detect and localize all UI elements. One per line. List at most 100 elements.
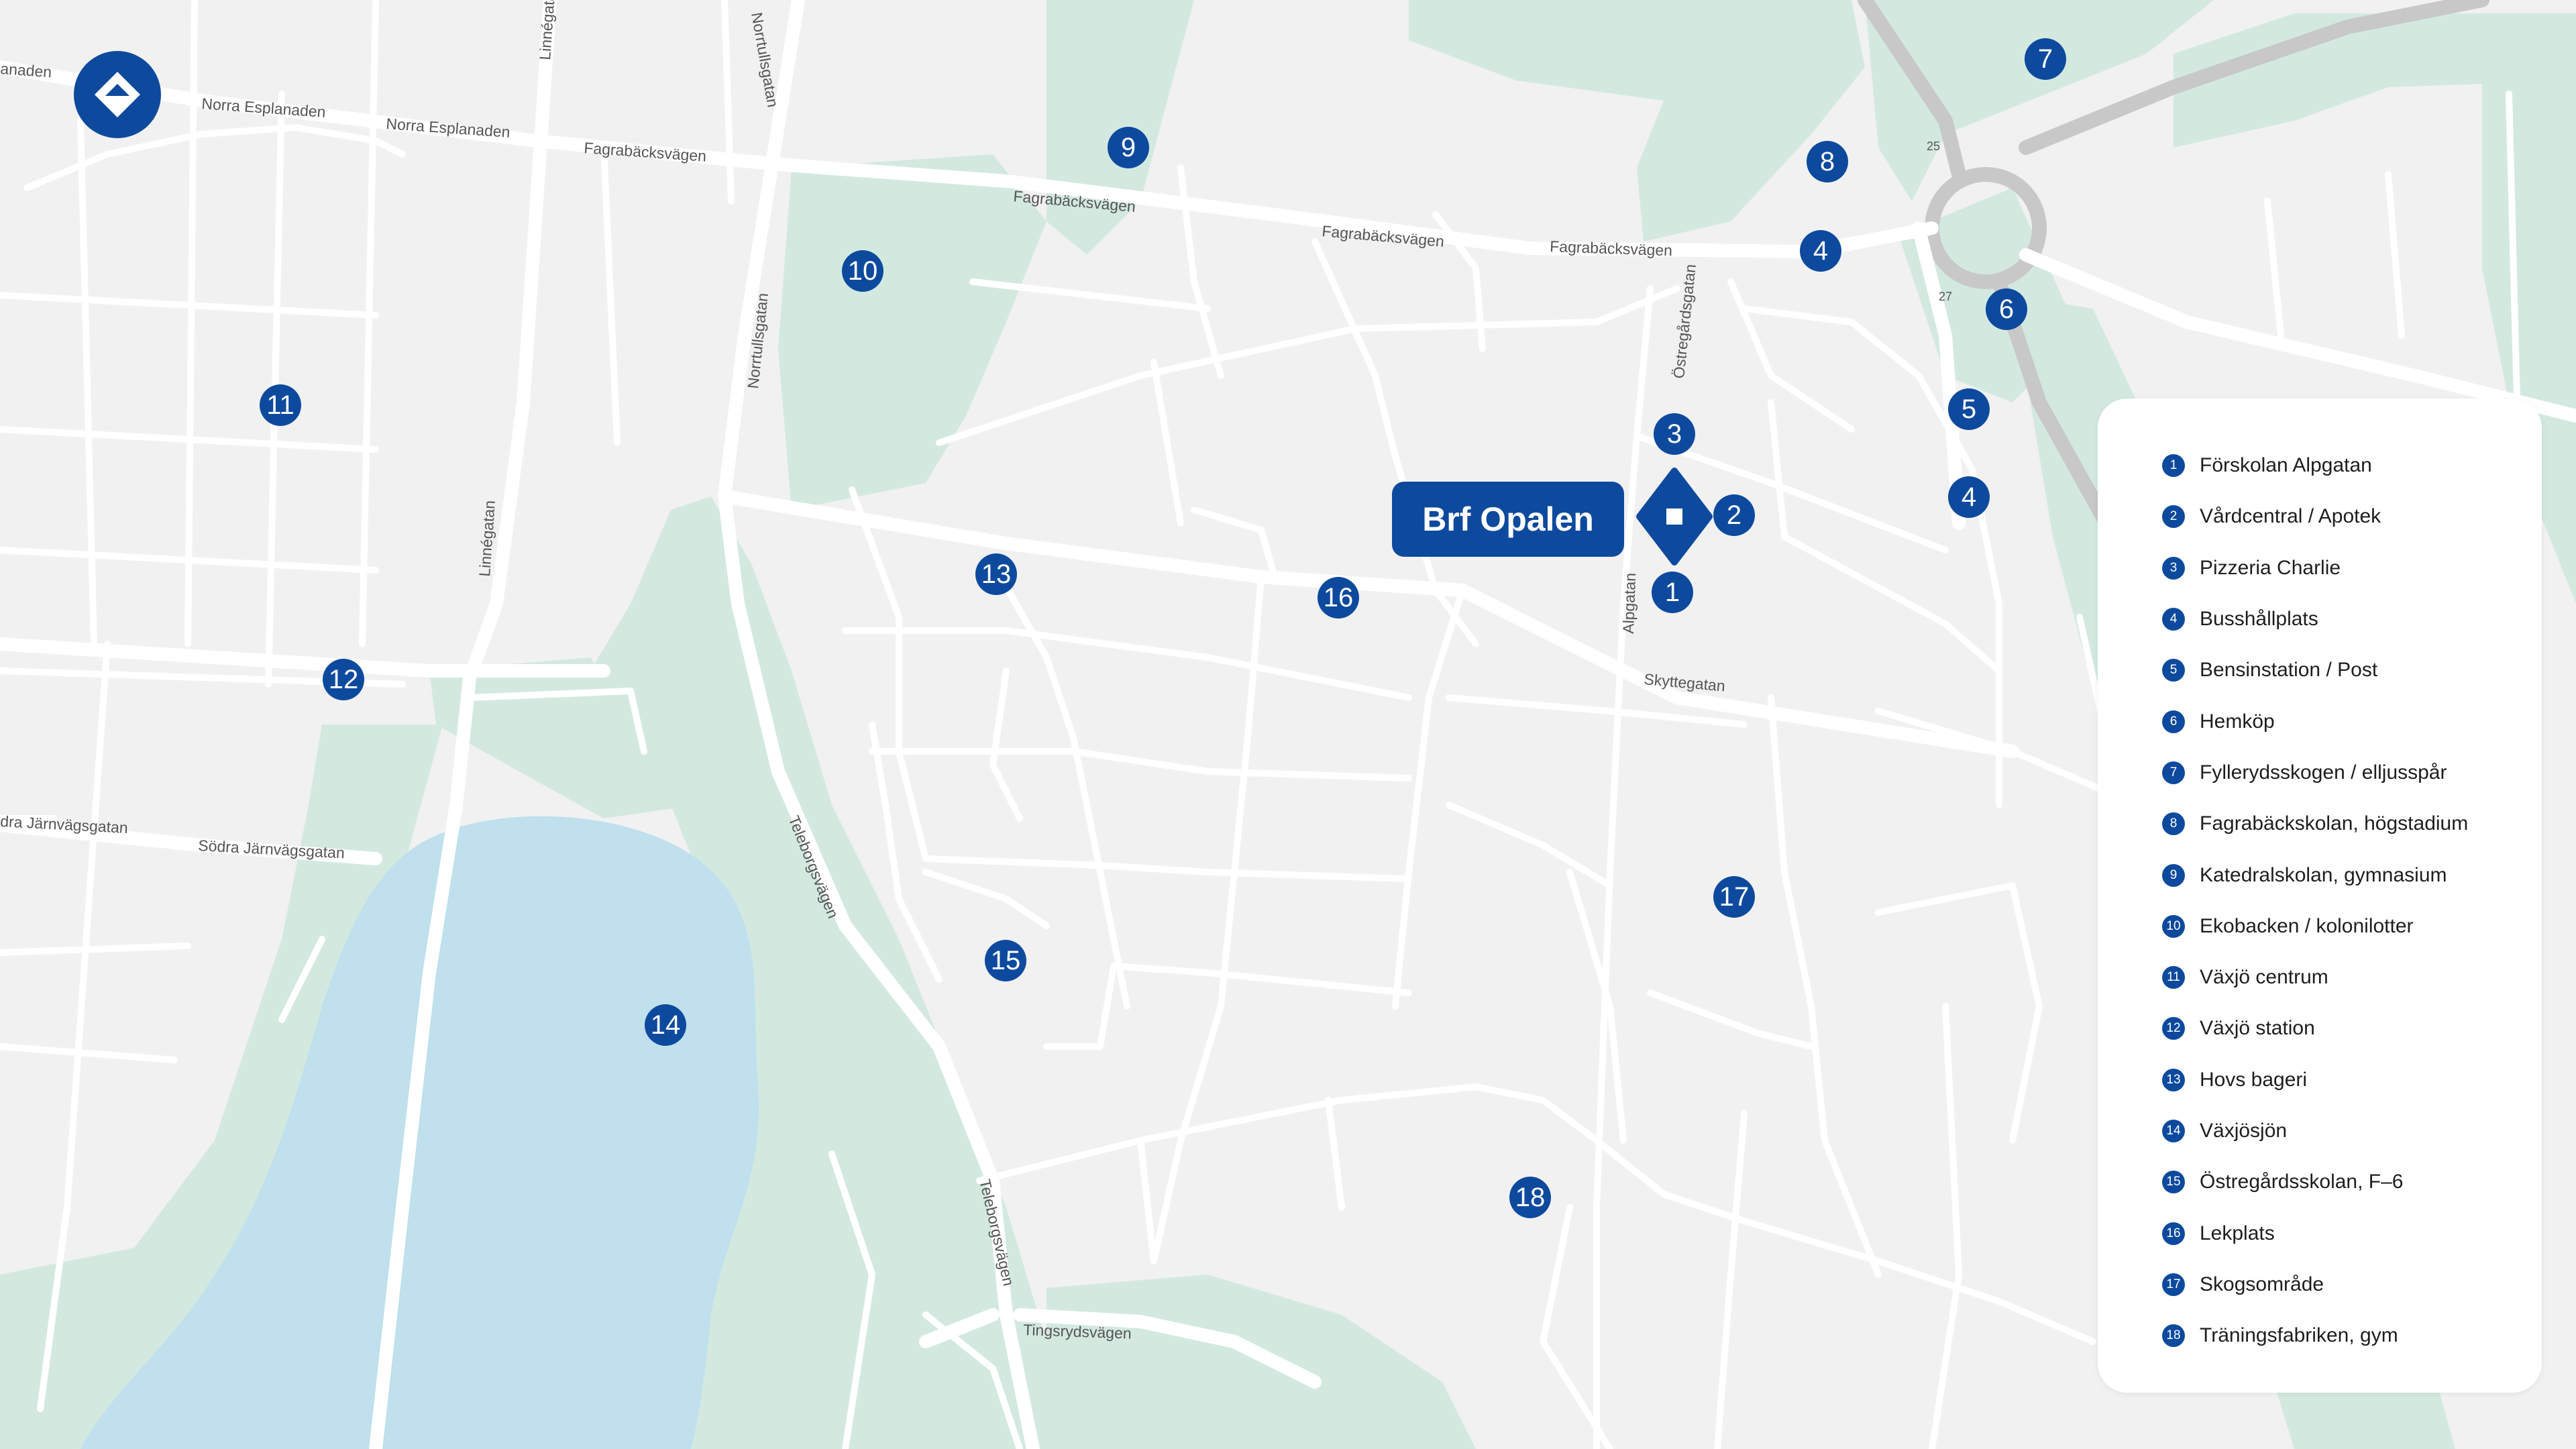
svg-text:8: 8 (1820, 147, 1835, 176)
legend-item-label: Hovs bageri (2200, 1068, 2308, 1091)
svg-text:11: 11 (266, 390, 294, 420)
property-label-text: Brf Opalen (1422, 500, 1594, 538)
svg-text:6: 6 (1999, 294, 2014, 324)
brand-logo (74, 51, 161, 138)
legend-item-label: Lekplats (2200, 1222, 2275, 1244)
poi-marker[interactable]: 13 (975, 553, 1017, 595)
legend-number-badge: 7 (2162, 761, 2185, 784)
poi-marker[interactable]: 3 (1654, 413, 1695, 455)
svg-text:4: 4 (1813, 236, 1828, 266)
legend-number-badge: 11 (2162, 966, 2185, 989)
legend-item: 18 Träningsfabriken, gym (2162, 1310, 2468, 1361)
svg-text:9: 9 (1121, 133, 1136, 162)
poi-marker[interactable]: 18 (1509, 1177, 1551, 1218)
street-label: Alpgatan (1619, 573, 1639, 635)
legend-number-badge: 12 (2162, 1017, 2185, 1040)
legend-panel: 1 Förskolan Alpgatan 2 Vårdcentral / Apote… (2098, 398, 2542, 1393)
legend-item: 10 Ekobacken / kolonilotter (2162, 901, 2468, 952)
poi-marker[interactable]: 11 (260, 384, 301, 426)
legend-item: 6 Hemköp (2162, 696, 2468, 747)
legend-item: 7 Fyllerydsskogen / elljusspår (2162, 747, 2468, 798)
poi-marker[interactable]: 7 (2025, 38, 2066, 80)
poi-marker[interactable]: 4 (1948, 476, 1990, 518)
legend-item-label: Växjö centrum (2200, 966, 2328, 989)
poi-marker[interactable]: 4 (1800, 230, 1841, 272)
legend-number-badge: 2 (2162, 505, 2185, 529)
svg-text:5: 5 (1962, 394, 1976, 424)
svg-text:15: 15 (991, 946, 1021, 975)
legend-number-badge: 4 (2162, 608, 2185, 631)
legend-number-badge: 15 (2162, 1171, 2185, 1194)
legend-item: 14 Växjösjön (2162, 1106, 2468, 1157)
legend-item-label: Ekobacken / kolonilotter (2200, 914, 2414, 937)
legend-list: 1 Förskolan Alpgatan 2 Vårdcentral / Apote… (2162, 440, 2468, 1361)
svg-text:16: 16 (1324, 583, 1354, 612)
poi-marker[interactable]: 17 (1713, 876, 1755, 918)
poi-marker[interactable]: 1 (1652, 572, 1693, 613)
legend-item-label: Östregårdsskolan, F–6 (2200, 1171, 2404, 1193)
legend-item-label: Hemköp (2200, 710, 2275, 733)
svg-text:2: 2 (1727, 500, 1741, 530)
poi-marker[interactable]: 8 (1807, 141, 1848, 182)
poi-marker[interactable]: 15 (985, 940, 1026, 981)
svg-text:7: 7 (2038, 44, 2053, 74)
legend-item-label: Vårdcentral / Apotek (2200, 505, 2381, 528)
poi-marker[interactable]: 16 (1318, 577, 1359, 619)
legend-item: 12 Växjö station (2162, 1003, 2468, 1054)
legend-item: 17 Skogsområde (2162, 1259, 2468, 1310)
legend-item-label: Pizzeria Charlie (2200, 556, 2341, 579)
svg-text:17: 17 (1719, 882, 1750, 912)
poi-marker[interactable]: 2 (1713, 494, 1755, 536)
legend-item: 11 Växjö centrum (2162, 952, 2468, 1003)
poi-marker[interactable]: 5 (1948, 388, 1990, 430)
road-number-label: 25 (1927, 140, 1940, 153)
legend-item: 1 Förskolan Alpgatan (2162, 440, 2468, 491)
legend-number-badge: 14 (2162, 1120, 2185, 1142)
legend-item-label: Förskolan Alpgatan (2200, 454, 2372, 477)
legend-item-label: Fyllerydsskogen / elljusspår (2200, 761, 2447, 784)
legend-item-label: Katedralskolan, gymnasium (2200, 863, 2447, 886)
poi-marker[interactable]: 9 (1108, 127, 1149, 168)
legend-item: 9 Katedralskolan, gymnasium (2162, 849, 2468, 900)
legend-item-label: Bensinstation / Post (2200, 659, 2378, 682)
legend-item: 4 Busshållplats (2162, 594, 2468, 645)
svg-text:1: 1 (1665, 578, 1680, 607)
legend-number-badge: 16 (2162, 1222, 2185, 1245)
brand-diamond-icon (95, 72, 140, 117)
legend-item: 15 Östregårdsskolan, F–6 (2162, 1157, 2468, 1208)
street-label: anaden (0, 60, 52, 80)
legend-item: 16 Lekplats (2162, 1208, 2468, 1258)
legend-number-badge: 10 (2162, 914, 2185, 938)
svg-text:13: 13 (981, 559, 1012, 589)
legend-item: 5 Bensinstation / Post (2162, 645, 2468, 696)
svg-text:10: 10 (848, 256, 878, 286)
legend-item: 13 Hovs bageri (2162, 1055, 2468, 1106)
legend-number-badge: 3 (2162, 556, 2185, 580)
legend-item-label: Busshållplats (2200, 608, 2318, 631)
property-label[interactable]: Brf Opalen (1392, 482, 1624, 557)
svg-text:14: 14 (651, 1010, 681, 1040)
poi-marker[interactable]: 12 (323, 659, 364, 700)
poi-marker[interactable]: 6 (1986, 288, 2027, 330)
svg-text:12: 12 (329, 665, 359, 694)
legend-item-label: Växjösjön (2200, 1120, 2288, 1142)
road-number-label: 27 (1939, 290, 1952, 303)
legend-number-badge: 9 (2162, 863, 2185, 887)
legend-item-label: Träningsfabriken, gym (2200, 1324, 2398, 1347)
legend-item-label: Skogsområde (2200, 1273, 2324, 1295)
poi-marker[interactable]: 10 (842, 250, 883, 292)
svg-text:4: 4 (1962, 482, 1976, 512)
legend-number-badge: 17 (2162, 1273, 2185, 1296)
legend-item-label: Växjö station (2200, 1017, 2315, 1040)
legend-item: 2 Vårdcentral / Apotek (2162, 491, 2468, 542)
legend-item: 8 Fagrabäckskolan, högstadium (2162, 798, 2468, 849)
svg-text:18: 18 (1515, 1183, 1546, 1212)
legend-number-badge: 1 (2162, 454, 2185, 478)
legend-item-label: Fagrabäckskolan, högstadium (2200, 812, 2469, 835)
svg-text:3: 3 (1667, 419, 1682, 449)
legend-item: 3 Pizzeria Charlie (2162, 543, 2468, 594)
legend-number-badge: 8 (2162, 812, 2185, 836)
legend-number-badge: 6 (2162, 710, 2185, 733)
legend-number-badge: 5 (2162, 659, 2185, 682)
poi-marker[interactable]: 14 (645, 1004, 686, 1046)
